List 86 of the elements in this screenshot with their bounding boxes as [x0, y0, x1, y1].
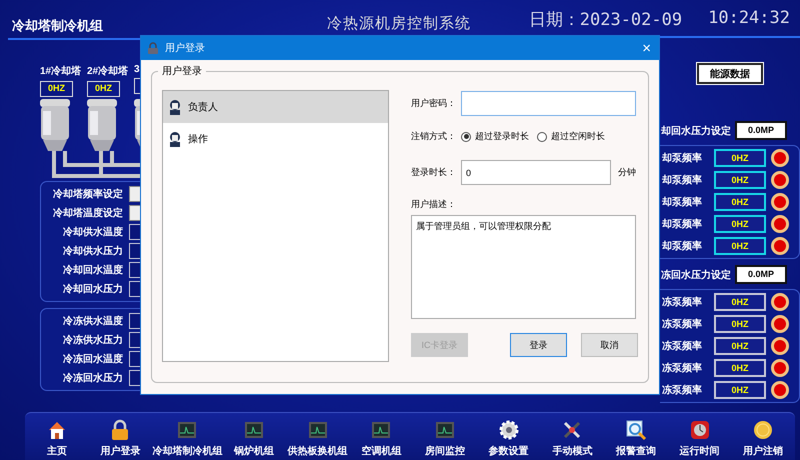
time-text: 10:24:32 [708, 8, 790, 30]
radio-button[interactable]: 超过登录时长 [461, 130, 533, 143]
field-label: 冷却供水温度 [62, 225, 123, 239]
list-item[interactable]: 负责人 [163, 91, 388, 123]
pump-label: 却泵频率 [662, 195, 703, 209]
user-icon [168, 131, 182, 147]
nav-button[interactable]: 供热板换机组 [286, 413, 350, 460]
search-icon [624, 419, 647, 441]
pump-label: 冻泵频率 [662, 361, 703, 375]
nav-button[interactable]: 用户注销 [731, 413, 795, 460]
lock-icon [147, 42, 159, 54]
field-label: 注销方式： [411, 130, 457, 143]
input-field[interactable]: 0 [461, 160, 611, 185]
field-label: 冷却供水压力 [62, 244, 123, 258]
energy-data-button[interactable]: 能源数据 [697, 63, 763, 84]
frequency-display: 0HZ [714, 337, 766, 355]
system-title: 冷热源机房控制系统 [327, 14, 471, 33]
nav-button[interactable]: 报警查询 [604, 413, 668, 460]
pump-label: 却泵频率 [662, 151, 703, 165]
monitor-icon [370, 419, 392, 441]
pump-label: 却泵频率 [662, 173, 703, 187]
field-label: 登录时长： [411, 166, 457, 179]
frequency-display: 0HZ [40, 81, 73, 97]
frequency-display: 0HZ [714, 237, 766, 255]
radio-button[interactable]: 超过空闲时长 [537, 130, 609, 143]
setting-label: 却回水压力设定 [661, 124, 731, 138]
dialog-title: 用户登录 [165, 42, 205, 55]
nav-button[interactable]: 锅炉机组 [222, 413, 286, 460]
frequency-display: 0HZ [714, 315, 766, 333]
cooling-tower-drawing [87, 99, 117, 151]
unit-label: 分钟 [618, 166, 636, 179]
pump-label: 冻泵频率 [662, 317, 703, 331]
password-field[interactable] [461, 91, 636, 116]
nav-button[interactable]: 用户登录 [88, 413, 152, 460]
nav-button[interactable]: 参数设置 [476, 413, 540, 460]
user-icon [168, 99, 182, 115]
frequency-display: 0HZ [714, 149, 766, 167]
frequency-display: 0HZ [714, 171, 766, 189]
field-label: 冷却塔温度设定 [52, 206, 123, 220]
field-label: 冷却回水压力 [62, 282, 123, 296]
dialog-button[interactable]: 登录 [510, 333, 567, 357]
frequency-display: 0HZ [714, 193, 766, 211]
tower-label: 1#冷却塔 [40, 64, 82, 78]
section-title: 冷却塔制冷机组 [8, 17, 142, 40]
pump-label: 冻泵频率 [662, 383, 703, 397]
monitor-icon [176, 419, 198, 441]
field-label: 冷冻供水压力 [62, 334, 123, 347]
date-text: 日期：2023-02-09 [528, 9, 682, 31]
clock-icon [688, 419, 711, 441]
field-label: 冷却塔频率设定 [52, 187, 123, 201]
monitor-icon [243, 419, 266, 441]
coin-icon [752, 419, 774, 441]
pump-label: 冻泵频率 [662, 295, 703, 309]
cooling-tower-drawing [40, 99, 70, 151]
nav-button[interactable]: 主页 [25, 413, 89, 460]
input-field[interactable]: 0.0MP [735, 265, 787, 284]
nav-button[interactable]: 房间监控 [413, 413, 477, 460]
tower-label: 2#冷却塔 [87, 64, 128, 78]
pump-label: 却泵频率 [662, 217, 703, 231]
pump-label: 却泵频率 [662, 239, 703, 253]
group-title: 用户登录 [158, 64, 206, 78]
dialog-button[interactable]: 取消 [581, 333, 638, 357]
monitor-icon [434, 419, 456, 441]
field-label: 冷却回水温度 [62, 263, 123, 277]
nav-button[interactable]: 空调机组 [350, 413, 414, 460]
monitor-icon [306, 419, 329, 441]
setting-label: 冻回水压力设定 [661, 268, 731, 282]
input-field[interactable]: 0.0MP [735, 121, 787, 140]
frequency-display: 0HZ [714, 381, 766, 399]
pump-label: 冻泵频率 [662, 339, 703, 353]
field-label: 冷冻供水温度 [62, 314, 123, 328]
nav-button[interactable]: 冷却塔制冷机组 [152, 413, 222, 460]
field-label: 冷冻回水压力 [62, 372, 123, 385]
close-button[interactable]: × [640, 40, 653, 56]
nav-button[interactable]: 手动模式 [540, 413, 604, 460]
field-label: 冷冻回水温度 [62, 352, 123, 366]
tower-label: 3 [134, 64, 140, 75]
frequency-display: 0HZ [87, 81, 120, 97]
frequency-display: 0HZ [714, 359, 766, 377]
field-label: 用户密码： [411, 97, 457, 110]
frequency-display: 0HZ [714, 215, 766, 233]
description-field[interactable]: 属于管理员组，可以管理权限分配 [411, 215, 636, 319]
settings-icon [498, 419, 520, 441]
field-label: 用户描述： [411, 198, 457, 211]
frequency-display: 0HZ [714, 293, 766, 311]
nav-button[interactable]: 运行时间 [668, 413, 732, 460]
